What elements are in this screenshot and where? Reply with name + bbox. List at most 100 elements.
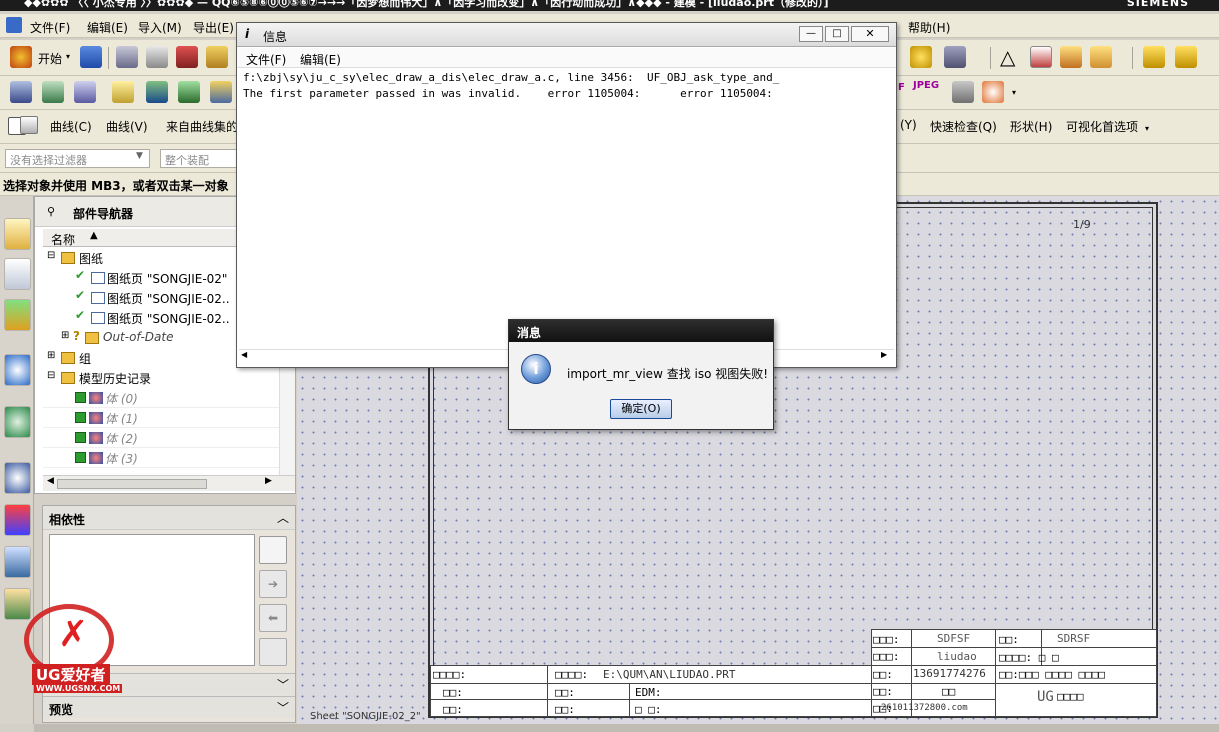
tree-label: 图纸页 "SONGJIE-02.. [107,292,230,306]
pin-icon[interactable]: ⚲ [47,205,55,218]
model-icon[interactable] [74,81,96,103]
users-icon[interactable] [1175,46,1197,68]
dependency-header[interactable]: 相依性 ︿ [43,506,295,530]
eraser-icon[interactable] [112,81,134,103]
gold-ring-icon[interactable] [910,46,932,68]
assembly-scope-dropdown[interactable]: 整个装配 [160,149,240,168]
part-icon[interactable] [80,46,102,68]
curve-menu-c[interactable]: 曲线(C) [50,118,92,135]
jpeg-export-button[interactable]: JPEG [913,80,939,91]
web-tab-icon[interactable] [4,406,31,438]
info-menu-file[interactable]: 文件(F) [246,51,286,68]
column-name[interactable]: 名称 [51,231,75,248]
close-icon[interactable]: ✕ [851,26,889,42]
scroll-right-icon[interactable]: ▶ [881,350,887,359]
sheet-icon [91,272,105,284]
expand-toggle-icon[interactable]: ⊟ [47,370,55,381]
assembly-navigator-tab-icon[interactable] [4,218,31,250]
expand-icon[interactable]: ﹀ [277,699,289,716]
sweep-icon[interactable] [178,81,200,103]
start-button[interactable]: 开始 [38,50,62,67]
checkbox[interactable] [75,432,86,443]
maximize-icon[interactable]: □ [825,26,849,42]
chevron-down-icon[interactable]: ▾ [66,52,70,61]
box-icon[interactable] [206,46,228,68]
triangle-icon[interactable]: △ [1000,45,1015,69]
arrow-left-icon[interactable]: ⬅ [259,604,287,632]
expand-toggle-icon[interactable]: ⊞ [61,330,69,341]
y-menu[interactable]: (Y) [900,118,917,132]
table-icon[interactable] [1030,46,1052,68]
scroll-thumb[interactable] [57,479,207,489]
tb-date: 261011372800.com [881,703,968,713]
message-titlebar[interactable]: 消息 [509,320,773,342]
doc-icon[interactable] [20,116,38,134]
scroll-left-icon[interactable]: ◀ [47,476,54,486]
list-icon[interactable] [259,638,287,666]
info-tab-icon[interactable] [4,354,31,386]
menu-edit[interactable]: 编辑(E) [87,19,128,36]
from-curve-set-menu[interactable]: 来自曲线集的 [166,118,238,135]
expand-toggle-icon[interactable]: ⊟ [47,250,55,261]
search-icon[interactable] [259,536,287,564]
expand-toggle-icon[interactable]: ⊞ [47,350,55,361]
arrow-icon[interactable] [952,81,974,103]
history-clock-icon[interactable] [4,462,31,494]
measure-icon[interactable] [944,46,966,68]
arrow-right-icon[interactable]: ➔ [259,570,287,598]
scroll-left-icon[interactable]: ◀ [241,350,247,359]
layer-icon[interactable] [42,81,64,103]
chevron-down-icon[interactable]: ▾ [1012,88,1016,97]
menu-import[interactable]: 导入(M) [138,19,182,36]
checkbox[interactable] [75,412,86,423]
checkbox[interactable] [75,452,86,463]
assembly-icon[interactable] [210,81,232,103]
info-menu-edit[interactable]: 编辑(E) [300,51,341,68]
minimize-icon[interactable]: — [799,26,823,42]
tree-row[interactable]: ⊟ 模型历史记录 [43,368,295,388]
tree-row[interactable]: 体 (3) [43,448,295,468]
tree-row[interactable]: 体 (1) [43,408,295,428]
start-icon[interactable] [10,46,32,68]
export-f-icon[interactable]: F [898,82,905,93]
hammer-icon[interactable] [146,46,168,68]
edit-table-icon[interactable] [1060,46,1082,68]
horizontal-scrollbar[interactable]: ◀ ▶ [43,475,295,491]
window-title: ◆◆✿✿✿ 〈〈 小杰专用 〉〉✿✿✿◆ — QQ⑥⑤⑧⑥⓪⓪⑤⑥⑦→→→「因梦… [24,0,829,9]
chevron-down-icon[interactable]: ▼ [136,151,143,161]
menu-help[interactable]: 帮助(H) [908,19,950,36]
selection-filter-dropdown[interactable]: 没有选择过滤器 [5,149,150,168]
feature-icon[interactable] [146,81,168,103]
tools-tab-icon[interactable] [4,546,31,578]
shape-menu[interactable]: 形状(H) [1010,118,1052,135]
message-title: 消息 [517,326,542,340]
expand-icon[interactable]: ﹀ [277,676,289,693]
tool-icon[interactable] [176,46,198,68]
info-titlebar[interactable]: i 信息 — □ ✕ [237,23,896,47]
palette-tab-icon[interactable] [4,299,31,331]
info-text-area[interactable]: f:\zbj\sy\ju_c_sy\elec_draw_a_dis\elec_d… [243,70,893,348]
gear-icon[interactable] [1090,46,1112,68]
curve-menu-v[interactable]: 曲线(V) [106,118,148,135]
sort-up-icon[interactable]: ▲ [90,230,98,241]
tree-label: 图纸 [79,252,104,266]
fit-view-icon[interactable] [10,81,32,103]
user-icon[interactable] [1143,46,1165,68]
checkbox[interactable] [75,392,86,403]
scroll-right-icon[interactable]: ▶ [265,476,272,486]
tree-row[interactable]: 体 (2) [43,428,295,448]
chevron-down-icon[interactable]: ▾ [1145,124,1149,133]
menu-export[interactable]: 导出(E) [193,19,234,36]
collapse-icon[interactable]: ︿ [277,509,289,526]
menu-file[interactable]: 文件(F) [30,19,70,36]
sheet-label: Sheet "SONGJIE-02_2" [310,711,421,722]
sketch-icon[interactable] [116,46,138,68]
quick-check-menu[interactable]: 快速检查(Q) [930,118,997,135]
roles-tab-icon[interactable] [4,504,31,536]
palette-icon[interactable] [982,81,1004,103]
tree-row[interactable]: 体 (0) [43,388,295,408]
tree-label: 模型历史记录 [79,372,152,386]
part-navigator-tab-icon[interactable] [4,258,31,290]
visual-prefs-menu[interactable]: 可视化首选项 [1066,118,1138,135]
ok-button[interactable]: 确定(O) [610,399,672,419]
